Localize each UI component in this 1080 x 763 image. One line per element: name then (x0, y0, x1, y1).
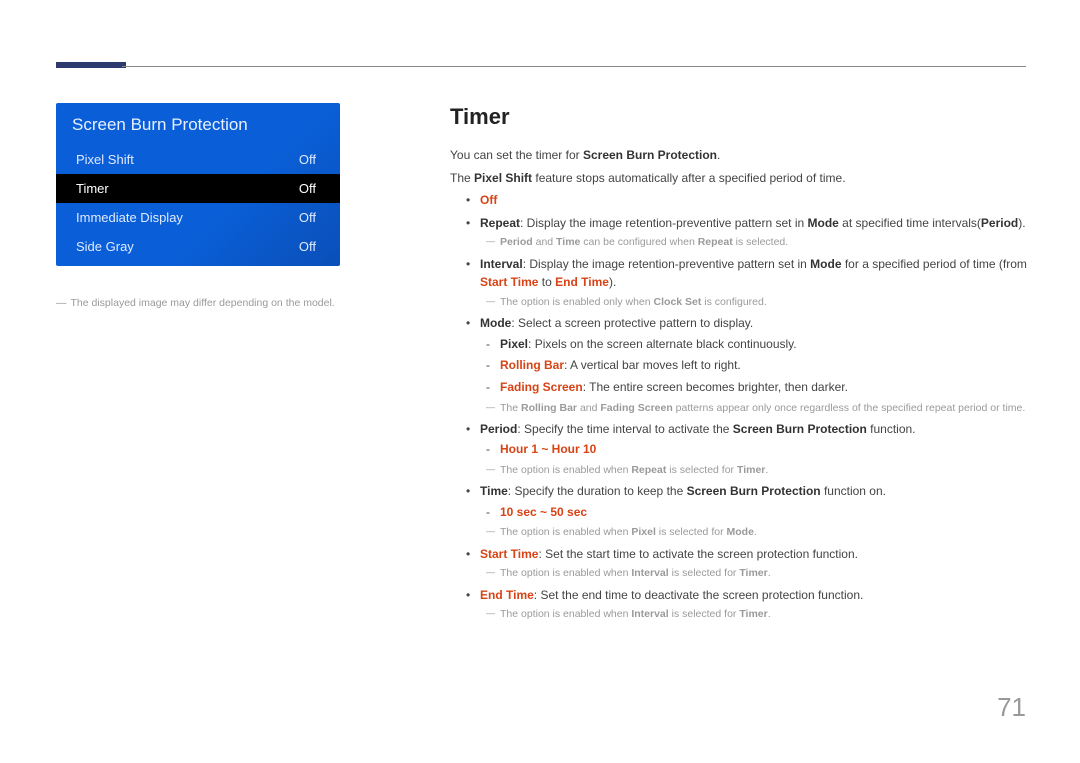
option-mode: Mode: Select a screen protective pattern… (450, 314, 1030, 416)
menu-item-pixel-shift[interactable]: Pixel Shift Off (56, 145, 340, 174)
option-interval: Interval: Display the image retention-pr… (450, 255, 1030, 310)
note-start: The option is enabled when Interval is s… (480, 565, 1030, 581)
option-time: Time: Specify the duration to keep the S… (450, 482, 1030, 540)
note-interval: The option is enabled only when Clock Se… (480, 294, 1030, 310)
header-accent (56, 62, 126, 68)
note-time: The option is enabled when Pixel is sele… (480, 524, 1030, 540)
menu-panel: Screen Burn Protection Pixel Shift Off T… (56, 103, 340, 266)
sub-pixel: Pixel: Pixels on the screen alternate bl… (480, 335, 1030, 354)
page-number: 71 (997, 692, 1026, 723)
sub-fading-screen: Fading Screen: The entire screen becomes… (480, 378, 1030, 397)
section-heading: Timer (450, 100, 1030, 134)
menu-item-value: Off (299, 181, 316, 196)
menu-title: Screen Burn Protection (56, 103, 340, 145)
sub-time-value: 10 sec ~ 50 sec (480, 503, 1030, 522)
option-off: Off (450, 191, 1030, 210)
note-end: The option is enabled when Interval is s… (480, 606, 1030, 622)
menu-item-label: Timer (76, 181, 109, 196)
note-mode: The Rolling Bar and Fading Screen patter… (480, 400, 1030, 416)
menu-item-label: Side Gray (76, 239, 134, 254)
header-rule (122, 66, 1026, 67)
intro-line-2: The Pixel Shift feature stops automatica… (450, 169, 1030, 188)
menu-item-label: Immediate Display (76, 210, 183, 225)
menu-item-timer[interactable]: Timer Off (56, 174, 340, 203)
option-period: Period: Specify the time interval to act… (450, 420, 1030, 478)
intro-line-1: You can set the timer for Screen Burn Pr… (450, 146, 1030, 165)
menu-item-value: Off (299, 152, 316, 167)
menu-item-value: Off (299, 239, 316, 254)
sub-rolling-bar: Rolling Bar: A vertical bar moves left t… (480, 356, 1030, 375)
menu-item-side-gray[interactable]: Side Gray Off (56, 232, 340, 266)
note-repeat: Period and Time can be configured when R… (480, 234, 1030, 250)
sub-period-value: Hour 1 ~ Hour 10 (480, 440, 1030, 459)
menu-item-value: Off (299, 210, 316, 225)
note-period: The option is enabled when Repeat is sel… (480, 462, 1030, 478)
content-body: Timer You can set the timer for Screen B… (450, 100, 1030, 626)
menu-item-immediate-display[interactable]: Immediate Display Off (56, 203, 340, 232)
menu-caption: ―The displayed image may differ dependin… (56, 297, 335, 309)
option-start-time: Start Time: Set the start time to activa… (450, 545, 1030, 582)
option-repeat: Repeat: Display the image retention-prev… (450, 214, 1030, 251)
option-end-time: End Time: Set the end time to deactivate… (450, 586, 1030, 623)
menu-item-label: Pixel Shift (76, 152, 134, 167)
